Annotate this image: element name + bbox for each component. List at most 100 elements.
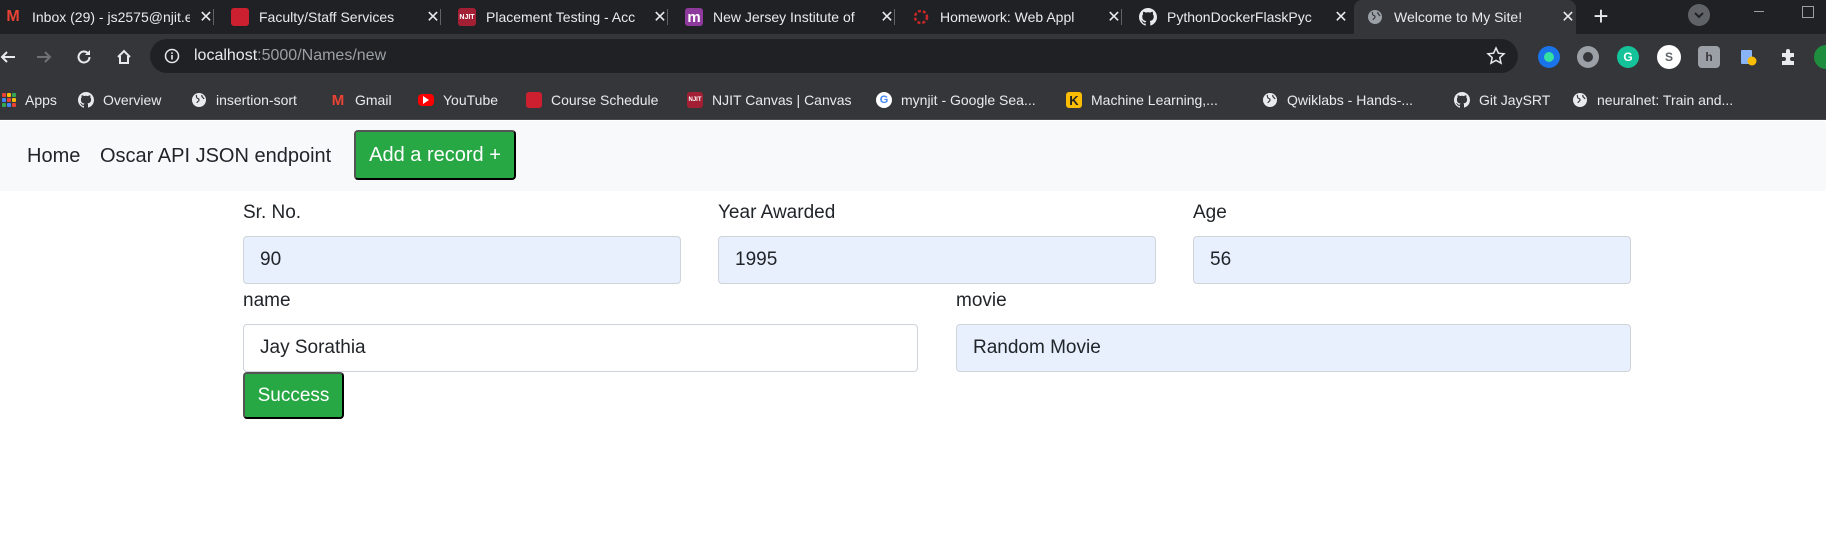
bookmark-njit-canvas[interactable]: NJIT NJIT Canvas | Canvas: [687, 89, 852, 111]
close-icon[interactable]: ✕: [1560, 7, 1576, 27]
add-record-button[interactable]: Add a record +: [354, 130, 516, 180]
tab-faculty-services[interactable]: Faculty/Staff Services ✕: [219, 0, 441, 34]
bookmark-star-icon[interactable]: [1486, 46, 1506, 66]
github-icon: [78, 92, 94, 108]
bookmark-qwiklabs[interactable]: Qwiklabs - Hands-...: [1262, 89, 1413, 111]
m-icon: m: [685, 8, 703, 26]
gmail-icon: M: [331, 91, 345, 109]
bookmark-youtube[interactable]: YouTube: [418, 89, 498, 111]
tab-homework[interactable]: Homework: Web Appl ✕: [900, 0, 1122, 34]
bookmark-label: Gmail: [355, 92, 392, 108]
movie-label: movie: [956, 290, 1007, 311]
bookmark-gmail[interactable]: M Gmail: [330, 89, 392, 111]
arrow-left-icon: [0, 51, 15, 63]
tab-welcome-active[interactable]: Welcome to My Site! ✕: [1354, 0, 1576, 34]
edge-icon[interactable]: [1538, 46, 1560, 68]
site-navbar: Home Oscar API JSON endpoint Add a recor…: [0, 121, 1826, 191]
tab-gmail-inbox[interactable]: M Inbox (29) - js2575@njit.edu ✕: [0, 0, 214, 34]
reload-icon: [77, 50, 91, 64]
bookmark-label: YouTube: [443, 92, 499, 108]
age-label: Age: [1193, 202, 1227, 223]
bookmark-apps[interactable]: Apps: [2, 89, 57, 111]
h-icon[interactable]: h: [1698, 46, 1720, 68]
year-awarded-label: Year Awarded: [718, 202, 836, 223]
bookmarks-bar: Apps Overview insertion-sort M Gmail You…: [0, 80, 1826, 120]
nav-link-api-endpoint[interactable]: Oscar API JSON endpoint: [100, 145, 331, 168]
close-icon[interactable]: ✕: [879, 7, 895, 27]
bookmark-label: mynjit - Google Sea...: [901, 92, 1036, 108]
forward-button[interactable]: [32, 45, 56, 69]
profile-s-icon[interactable]: S: [1657, 45, 1681, 69]
movie-input[interactable]: [956, 324, 1631, 372]
name-input[interactable]: [243, 324, 918, 372]
tab-title: PythonDockerFlaskPyc: [1167, 9, 1312, 25]
github-icon: [1139, 8, 1157, 26]
google-icon: G: [876, 92, 892, 108]
address-bar[interactable]: localhost:5000/Names/new: [150, 39, 1518, 73]
bookmark-overview[interactable]: Overview: [78, 89, 161, 111]
globe-icon: [1262, 92, 1278, 108]
tab-title: Placement Testing - Acc: [486, 9, 636, 25]
bookmark-git-jaysrt[interactable]: Git JaySRT: [1454, 89, 1550, 111]
bookmark-label: Machine Learning,...: [1091, 92, 1218, 108]
tab-title: New Jersey Institute of: [713, 9, 855, 25]
bookmark-label: Course Schedule: [551, 92, 659, 108]
close-icon[interactable]: ✕: [1106, 7, 1122, 27]
back-button[interactable]: [0, 45, 20, 69]
tab-title: Faculty/Staff Services: [259, 9, 395, 25]
bookmark-mynjit-google[interactable]: G mynjit - Google Sea...: [876, 89, 1036, 111]
site-info-icon[interactable]: [164, 48, 180, 64]
k-icon: K: [1066, 92, 1082, 108]
tab-placement-testing[interactable]: NJIT Placement Testing - Acc ✕: [446, 0, 668, 34]
bookmark-label: neuralnet: Train and...: [1597, 92, 1734, 108]
minimize-button[interactable]: [1744, 0, 1784, 30]
njit-icon: [231, 8, 249, 26]
maximize-button[interactable]: [1796, 0, 1826, 30]
youtube-icon: [418, 94, 434, 106]
url-path: :5000/Names/new: [257, 47, 387, 64]
tab-title: Homework: Web Appl: [940, 9, 1075, 25]
puzzle-icon[interactable]: [1777, 46, 1799, 68]
njit-icon: NJIT: [458, 8, 476, 26]
canvas-icon: [912, 8, 930, 26]
browser-toolbar: localhost:5000/Names/new G S h: [0, 34, 1826, 80]
close-icon[interactable]: ✕: [198, 7, 214, 27]
nav-link-home[interactable]: Home: [27, 145, 80, 168]
chevron-down-icon: [1694, 12, 1704, 19]
arrow-right-icon: [37, 51, 52, 63]
home-icon: [117, 49, 131, 64]
url-host: localhost: [194, 47, 258, 64]
close-icon[interactable]: ✕: [1333, 7, 1349, 27]
github-icon: [1454, 92, 1470, 108]
tab-github-repo[interactable]: PythonDockerFlaskPyc ✕: [1127, 0, 1349, 34]
bookmark-label: insertion-sort: [216, 92, 297, 108]
tab-njit-institute[interactable]: m New Jersey Institute of ✕: [673, 0, 895, 34]
year-awarded-input[interactable]: [718, 236, 1156, 284]
record-icon[interactable]: [1577, 46, 1599, 68]
globe-icon: [1572, 92, 1588, 108]
age-input[interactable]: [1193, 236, 1631, 284]
close-icon[interactable]: ✕: [652, 7, 668, 27]
bookmark-neuralnet[interactable]: neuralnet: Train and...: [1572, 89, 1733, 111]
bookmark-machine-learning[interactable]: K Machine Learning,...: [1066, 89, 1218, 111]
grammarly-icon[interactable]: G: [1617, 46, 1639, 68]
bookmark-course-schedule[interactable]: Course Schedule: [526, 89, 658, 111]
new-tab-button[interactable]: +: [1586, 2, 1616, 32]
download-icon[interactable]: [1737, 46, 1759, 68]
url-text: localhost:5000/Names/new: [194, 47, 386, 65]
srno-label: Sr. No.: [243, 202, 302, 223]
bookmark-insertion-sort[interactable]: insertion-sort: [191, 89, 297, 111]
bookmark-label: Apps: [25, 92, 57, 108]
submit-button[interactable]: Success: [243, 372, 344, 419]
njit-icon: [526, 92, 542, 108]
tab-title: Welcome to My Site!: [1394, 9, 1523, 25]
bookmark-label: Git JaySRT: [1479, 92, 1551, 108]
home-button[interactable]: [112, 45, 136, 69]
tab-title: Inbox (29) - js2575@njit.edu: [32, 9, 190, 25]
bookmark-label: NJIT Canvas | Canvas: [712, 92, 852, 108]
srno-input[interactable]: [243, 236, 681, 284]
tab-search-button[interactable]: [1688, 4, 1710, 26]
account-icon[interactable]: [1814, 45, 1826, 69]
reload-button[interactable]: [72, 45, 96, 69]
close-icon[interactable]: ✕: [425, 7, 441, 27]
